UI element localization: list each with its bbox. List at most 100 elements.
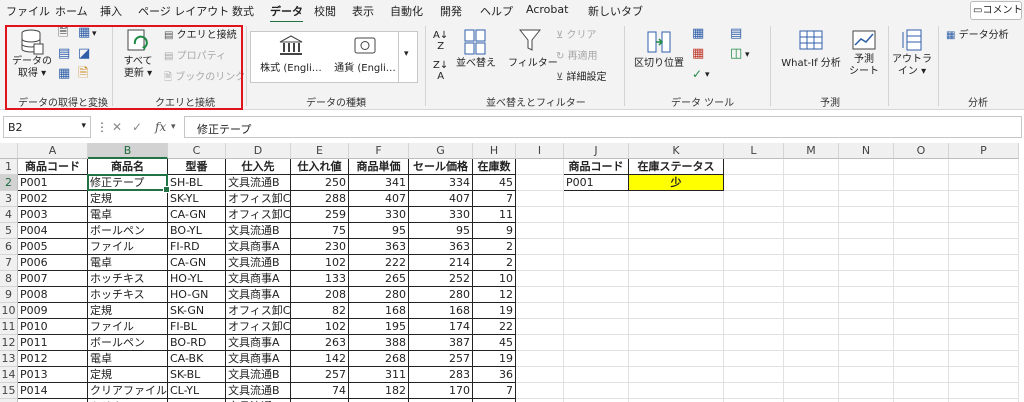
sort-az-button[interactable]: A↓ Z [433, 30, 448, 52]
table-cell[interactable]: 19 [473, 303, 516, 319]
cell[interactable] [724, 207, 784, 223]
table-cell[interactable]: P014 [18, 383, 88, 399]
cell[interactable] [564, 319, 629, 335]
cell[interactable] [784, 303, 839, 319]
cell[interactable] [629, 319, 724, 335]
select-all-corner[interactable] [0, 143, 18, 159]
cell[interactable] [629, 367, 724, 383]
table-cell[interactable]: 257 [409, 351, 473, 367]
row-header[interactable]: 8 [0, 271, 18, 287]
table-cell[interactable]: 36 [473, 367, 516, 383]
table-cell[interactable]: 230 [291, 239, 349, 255]
table-header-cell[interactable]: 仕入先 [226, 159, 291, 175]
table-cell[interactable]: 263 [291, 335, 349, 351]
cell[interactable] [949, 303, 1019, 319]
cell[interactable] [949, 223, 1019, 239]
cell[interactable] [894, 367, 949, 383]
table-cell[interactable]: 182 [349, 383, 409, 399]
cell[interactable] [724, 383, 784, 399]
column-header-g[interactable]: G [409, 143, 473, 159]
table-cell[interactable]: 170 [409, 383, 473, 399]
table-cell[interactable]: 407 [409, 191, 473, 207]
tab-review[interactable]: 校閲 [314, 3, 336, 19]
table-cell[interactable]: HO-GN [168, 287, 226, 303]
table-cell[interactable]: P005 [18, 239, 88, 255]
table-cell[interactable]: P011 [18, 335, 88, 351]
table-cell[interactable]: P003 [18, 207, 88, 223]
cell[interactable] [839, 319, 894, 335]
filter-button[interactable]: フィルター [508, 28, 558, 70]
row-header[interactable]: 4 [0, 207, 18, 223]
row-header[interactable]: 6 [0, 239, 18, 255]
table-cell[interactable]: 修正テープ [88, 175, 168, 191]
cell[interactable] [629, 223, 724, 239]
table-cell[interactable]: P008 [18, 287, 88, 303]
cell[interactable] [894, 207, 949, 223]
cell[interactable] [724, 303, 784, 319]
table-cell[interactable]: 363 [409, 239, 473, 255]
table-cell[interactable]: 文具流通B [226, 175, 291, 191]
cell[interactable] [629, 271, 724, 287]
text-to-columns-button[interactable]: 区切り位置 [632, 28, 686, 70]
cell[interactable] [839, 287, 894, 303]
cell[interactable] [724, 255, 784, 271]
cell[interactable] [894, 239, 949, 255]
table-cell[interactable]: 文具流通B [226, 223, 291, 239]
table-cell[interactable]: CA-GN [168, 255, 226, 271]
tab-developer[interactable]: 開発 [440, 3, 462, 19]
table-cell[interactable]: 283 [409, 367, 473, 383]
table-cell[interactable]: 11 [473, 207, 516, 223]
data-validation-icon[interactable]: ✓ [692, 68, 702, 80]
cell[interactable] [629, 383, 724, 399]
cell[interactable] [724, 271, 784, 287]
cell[interactable] [724, 319, 784, 335]
table-cell[interactable]: 文具商事A [226, 287, 291, 303]
table-header-cell[interactable]: 商品単価 [349, 159, 409, 175]
enter-icon[interactable]: ✓ [132, 120, 142, 134]
cell[interactable] [839, 271, 894, 287]
cell[interactable] [564, 383, 629, 399]
cell[interactable] [949, 255, 1019, 271]
name-box[interactable]: B2 ▾ [3, 116, 91, 138]
table-cell[interactable]: 文具商事A [226, 351, 291, 367]
cell[interactable] [784, 271, 839, 287]
cell[interactable] [516, 383, 564, 399]
chevron-down-icon[interactable]: ▾ [745, 49, 750, 61]
table-cell[interactable]: オフィス卸C [226, 207, 291, 223]
cell[interactable] [894, 383, 949, 399]
cell[interactable] [784, 287, 839, 303]
table-cell[interactable]: P006 [18, 255, 88, 271]
cell[interactable] [784, 351, 839, 367]
cell[interactable] [724, 367, 784, 383]
cell[interactable] [839, 175, 894, 191]
cell[interactable] [516, 287, 564, 303]
comment-button[interactable]: ▭コメント [970, 1, 1022, 20]
cell[interactable] [629, 207, 724, 223]
cell[interactable] [949, 319, 1019, 335]
cell[interactable] [894, 223, 949, 239]
cell[interactable] [949, 367, 1019, 383]
lookup-header-cell[interactable]: 在庫ステータス [629, 159, 724, 175]
cell[interactable] [516, 175, 564, 191]
table-cell[interactable]: 257 [291, 367, 349, 383]
cell[interactable] [564, 239, 629, 255]
table-cell[interactable]: オフィス卸C [226, 191, 291, 207]
table-cell[interactable]: 文具流通B [226, 383, 291, 399]
table-cell[interactable]: BO-YL [168, 223, 226, 239]
table-cell[interactable]: 文具商事A [226, 335, 291, 351]
table-cell[interactable]: ボールペン [88, 223, 168, 239]
table-cell[interactable]: クリアファイル [88, 383, 168, 399]
advanced-filter-button[interactable]: ⊻ 詳細設定 [556, 72, 607, 84]
cell[interactable] [784, 383, 839, 399]
table-cell[interactable]: 288 [291, 191, 349, 207]
cell[interactable] [839, 383, 894, 399]
column-header-d[interactable]: D [226, 143, 291, 159]
table-cell[interactable]: 168 [349, 303, 409, 319]
table-cell[interactable]: SK-BL [168, 367, 226, 383]
sort-za-button[interactable]: Z↓ A [433, 60, 448, 82]
flash-fill-icon[interactable]: ▦ [692, 27, 704, 40]
cell[interactable] [839, 239, 894, 255]
cell[interactable] [784, 255, 839, 271]
cell[interactable] [839, 303, 894, 319]
table-header-cell[interactable]: 商品名 [88, 159, 168, 175]
